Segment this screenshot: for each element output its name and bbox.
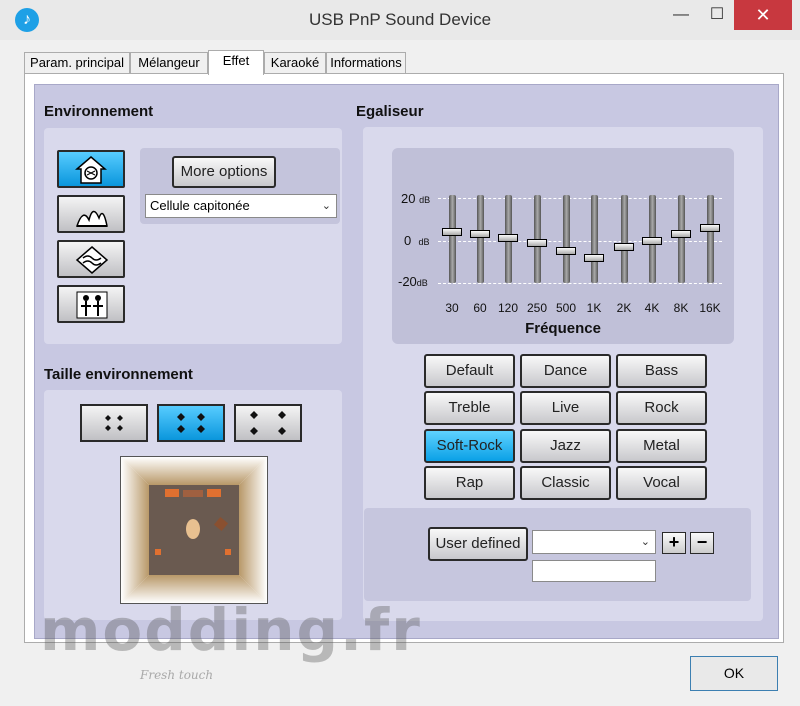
env-concert-hall-button[interactable] (57, 195, 125, 233)
eq-slider-thumb[interactable] (556, 247, 576, 256)
living-room-icon (76, 291, 108, 319)
env-padded-cell-button[interactable] (57, 150, 125, 188)
environment-preset-select[interactable]: Cellule capitonée ⌄ (145, 194, 337, 218)
db-mid-unit: dB (418, 237, 430, 247)
stone-room-icon (75, 246, 109, 274)
db-bottom-unit: dB (416, 278, 428, 288)
preset-metal-button[interactable]: Metal (616, 429, 707, 463)
db-label-bottom: -20dB (398, 274, 428, 289)
concert-hall-icon (75, 210, 108, 227)
eq-slider-thumb[interactable] (470, 230, 490, 239)
eq-slider-track[interactable] (477, 195, 484, 283)
tab-param-principal[interactable]: Param. principal (24, 52, 130, 74)
env-stone-room-button[interactable] (57, 240, 125, 278)
chevron-down-icon: ⌄ (321, 200, 331, 212)
user-defined-box (364, 508, 751, 601)
preset-vocal-button[interactable]: Vocal (616, 466, 707, 500)
gridline-bottom (438, 283, 722, 284)
large-room-icon (250, 411, 286, 435)
eq-band-label: 2K (616, 301, 632, 315)
eq-band-label: 4K (644, 301, 660, 315)
add-preset-button[interactable]: + (662, 532, 686, 554)
chevron-down-icon: ⌄ (640, 536, 650, 548)
db-label-mid: 0 dB (404, 233, 429, 248)
eq-slider-track[interactable] (449, 195, 456, 283)
eq-slider-track[interactable] (621, 195, 628, 283)
eq-slider-track[interactable] (707, 195, 714, 283)
minimize-button[interactable]: — (664, 0, 698, 30)
eq-slider-thumb[interactable] (700, 223, 720, 232)
eq-band-label: 30 (445, 301, 459, 315)
preset-jazz-button[interactable]: Jazz (520, 429, 611, 463)
room-preview-image (121, 457, 267, 603)
eq-band-label: 8K (673, 301, 689, 315)
medium-room-icon (177, 413, 205, 433)
db-top-value: 20 (401, 191, 416, 206)
eq-slider-thumb[interactable] (498, 234, 518, 243)
equalizer-title: Egaliseur (356, 103, 424, 120)
preset-rock-button[interactable]: Rock (616, 391, 707, 425)
environment-title: Environnement (44, 103, 154, 120)
eq-slider-thumb[interactable] (671, 230, 691, 239)
tab-melangeur[interactable]: Mélangeur (130, 52, 208, 74)
user-preset-name-input[interactable] (532, 560, 656, 582)
preset-soft-rock-button[interactable]: Soft-Rock (424, 429, 515, 463)
db-top-unit: dB (419, 195, 431, 205)
eq-slider-track[interactable] (678, 195, 685, 283)
eq-slider-thumb[interactable] (442, 228, 462, 236)
preset-bass-button[interactable]: Bass (616, 354, 707, 388)
environment-preset-value: Cellule capitonée (150, 198, 250, 213)
frequency-label: Fréquence (525, 320, 601, 337)
eq-band-label: 1K (586, 301, 602, 315)
db-mid-value: 0 (404, 233, 412, 248)
eq-slider-thumb[interactable] (614, 242, 634, 251)
env-living-room-button[interactable] (57, 285, 125, 323)
watermark: modding.fr (40, 596, 422, 664)
tab-informations[interactable]: Informations (326, 52, 406, 74)
room-preview (120, 456, 268, 604)
remove-preset-button[interactable]: − (690, 532, 714, 554)
eq-slider-track[interactable] (563, 195, 570, 283)
watermark-tagline: Fresh touch (140, 668, 214, 682)
eq-slider-thumb[interactable] (527, 238, 547, 247)
eq-band-label: 120 (497, 301, 519, 315)
db-label-top: 20 dB (401, 191, 430, 206)
user-defined-select[interactable]: ⌄ (532, 530, 656, 554)
eq-band-label: 16K (699, 301, 721, 315)
size-small-button[interactable] (80, 404, 148, 442)
tab-karaoke[interactable]: Karaoké (264, 52, 326, 74)
ok-button[interactable]: OK (690, 656, 778, 691)
tab-effet[interactable]: Effet (208, 50, 264, 75)
maximize-button[interactable]: ☐ (700, 0, 734, 30)
size-large-button[interactable] (234, 404, 302, 442)
eq-band-label: 60 (473, 301, 487, 315)
eq-slider-track[interactable] (591, 195, 598, 283)
environment-size-title: Taille environnement (44, 366, 193, 383)
eq-band-label: 500 (555, 301, 577, 315)
db-bottom-value: -20 (398, 274, 417, 289)
preset-live-button[interactable]: Live (520, 391, 611, 425)
eq-slider-thumb[interactable] (642, 236, 662, 245)
preset-classic-button[interactable]: Classic (520, 466, 611, 500)
eq-slider-thumb[interactable] (584, 253, 604, 262)
more-options-button[interactable]: More options (172, 156, 276, 188)
preset-default-button[interactable]: Default (424, 354, 515, 388)
small-room-icon (105, 415, 123, 431)
size-medium-button[interactable] (157, 404, 225, 442)
title-bar: ♪ USB PnP Sound Device — ☐ ✕ (0, 0, 800, 40)
user-defined-button[interactable]: User defined (428, 527, 528, 561)
preset-treble-button[interactable]: Treble (424, 391, 515, 425)
preset-rap-button[interactable]: Rap (424, 466, 515, 500)
close-button[interactable]: ✕ (734, 0, 792, 30)
eq-band-label: 250 (526, 301, 548, 315)
padded-cell-icon (75, 156, 107, 184)
preset-dance-button[interactable]: Dance (520, 354, 611, 388)
